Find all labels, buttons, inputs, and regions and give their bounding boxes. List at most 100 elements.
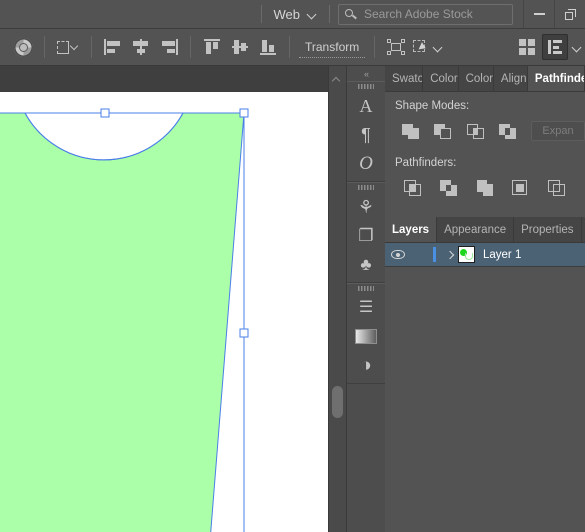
- dock-grip[interactable]: [347, 82, 385, 91]
- window-controls: [523, 0, 585, 28]
- divider: [44, 36, 45, 58]
- dock-grip[interactable]: [347, 183, 385, 192]
- search-icon: [345, 8, 358, 21]
- tab-color-guide[interactable]: Color: [459, 66, 494, 91]
- arrange-documents-icon: [519, 39, 535, 55]
- select-bounding-box-button[interactable]: [383, 34, 409, 60]
- chevron-right-icon[interactable]: [442, 252, 458, 258]
- minimize-button[interactable]: [523, 0, 554, 28]
- align-vertical-center-button[interactable]: [227, 34, 253, 60]
- symbols-panel-icon[interactable]: ♣: [347, 250, 385, 279]
- select-bounding-box-icon: [387, 39, 406, 55]
- tab-label: Align: [500, 72, 527, 85]
- paragraph-panel-icon[interactable]: ¶: [347, 120, 385, 149]
- exclude-button[interactable]: [493, 119, 526, 143]
- divider: [289, 36, 290, 58]
- tab-label: Swatc: [392, 72, 424, 85]
- transparency-glyph: ◑: [360, 355, 372, 376]
- transparency-panel-icon[interactable]: ◑: [347, 351, 385, 380]
- shape-modes-label: Shape Modes:: [395, 100, 470, 112]
- align-horizontal-center-icon: [132, 39, 150, 55]
- brushes-panel-icon[interactable]: ⚘: [347, 192, 385, 221]
- search-placeholder: Search Adobe Stock: [364, 7, 473, 21]
- color-wheel-button[interactable]: [10, 34, 36, 60]
- opentype-panel-icon[interactable]: O: [347, 149, 385, 178]
- gradient-panel-icon[interactable]: [347, 322, 385, 351]
- tab-swatches[interactable]: Swatc: [385, 66, 424, 91]
- shape-modes-row: Expan: [385, 119, 585, 143]
- stroke-glyph: ☰: [358, 298, 374, 316]
- arrange-documents-button[interactable]: [514, 34, 540, 60]
- tab-appearance[interactable]: Appearance: [437, 217, 515, 242]
- select-similar-objects-icon: [412, 39, 432, 55]
- tab-color[interactable]: Color: [423, 66, 459, 91]
- selection-handle-top-right[interactable]: [239, 108, 249, 118]
- align-horizontal-center-button[interactable]: [128, 34, 154, 60]
- document-vertical-scrollbar[interactable]: [328, 66, 346, 532]
- align-bottom-button[interactable]: [255, 34, 281, 60]
- crop-icon: [511, 179, 531, 197]
- workspace-label: Web: [273, 6, 301, 22]
- character-glyph: A: [359, 95, 373, 116]
- tab-align[interactable]: Align: [494, 66, 528, 91]
- workspace-arrange-chevron[interactable]: [570, 34, 584, 60]
- layer-color-chip: [433, 247, 436, 262]
- layer-thumbnail-icon: [458, 246, 475, 263]
- unite-icon: [401, 122, 421, 140]
- tab-properties[interactable]: Properties: [514, 217, 582, 242]
- chevron-down-icon: [573, 43, 582, 52]
- align-right-button[interactable]: [156, 34, 182, 60]
- artboard-canvas[interactable]: [0, 92, 330, 532]
- transform-link[interactable]: Transform: [299, 37, 366, 58]
- stroke-panel-icon[interactable]: ☰: [347, 293, 385, 322]
- title-bar: Web Search Adobe Stock: [0, 0, 585, 29]
- pathfinder-panel-body: Shape Modes: Expan Pathfinders:: [385, 92, 585, 206]
- brushes-glyph: ⚘: [357, 196, 375, 217]
- scrollbar-thumb[interactable]: [332, 386, 343, 418]
- eye-visibility-icon[interactable]: [385, 250, 411, 259]
- expand-button[interactable]: Expan: [531, 121, 585, 141]
- tab-layers[interactable]: Layers: [385, 217, 438, 242]
- search-adobe-stock-field[interactable]: Search Adobe Stock: [338, 3, 513, 25]
- control-bar: Transform: [0, 29, 585, 66]
- align-left-icon: [104, 39, 122, 55]
- collapse-panels-icon[interactable]: «: [347, 66, 385, 81]
- green-trapezoid-shape[interactable]: [0, 112, 245, 532]
- selection-handle-right[interactable]: [239, 328, 249, 338]
- restore-button[interactable]: [554, 0, 585, 28]
- layer-name[interactable]: Layer 1: [483, 249, 521, 261]
- select-similar-objects-button[interactable]: [411, 34, 443, 60]
- selection-handle-top[interactable]: [100, 108, 110, 118]
- divider: [374, 36, 376, 58]
- dock-group-appearance: ⚘ ❐ ♣: [347, 182, 385, 283]
- align-vertical-center-icon: [231, 39, 249, 55]
- pathfinders-row: [385, 176, 585, 200]
- workspace-switcher[interactable]: Web: [270, 2, 322, 26]
- artboard-options-button[interactable]: [53, 34, 83, 60]
- artwork-layer: [0, 92, 330, 532]
- merge-button[interactable]: [467, 176, 503, 200]
- graphic-styles-glyph: ❐: [358, 226, 374, 245]
- align-bottom-icon: [259, 39, 277, 55]
- dock-grip[interactable]: [347, 284, 385, 293]
- workspace-arrange-button[interactable]: [542, 34, 568, 60]
- divide-button[interactable]: [395, 176, 431, 200]
- tab-label: Appearance: [444, 223, 507, 236]
- graphic-styles-panel-icon[interactable]: ❐: [347, 221, 385, 250]
- align-left-button[interactable]: [100, 34, 126, 60]
- minus-front-button[interactable]: [428, 119, 461, 143]
- crop-button[interactable]: [503, 176, 539, 200]
- align-top-button[interactable]: [199, 34, 225, 60]
- character-panel-icon[interactable]: A: [347, 91, 385, 120]
- intersect-icon: [466, 122, 486, 140]
- unite-button[interactable]: [395, 119, 428, 143]
- table-row[interactable]: Layer 1: [385, 243, 585, 267]
- divider: [329, 5, 330, 23]
- outline-icon: [547, 179, 567, 197]
- layers-tab-bar: Layers Appearance Properties: [385, 217, 585, 243]
- scroll-up-arrow-icon[interactable]: [333, 76, 341, 84]
- outline-button[interactable]: [539, 176, 575, 200]
- trim-button[interactable]: [431, 176, 467, 200]
- intersect-button[interactable]: [460, 119, 493, 143]
- tab-pathfinder[interactable]: Pathfinder: [527, 66, 585, 91]
